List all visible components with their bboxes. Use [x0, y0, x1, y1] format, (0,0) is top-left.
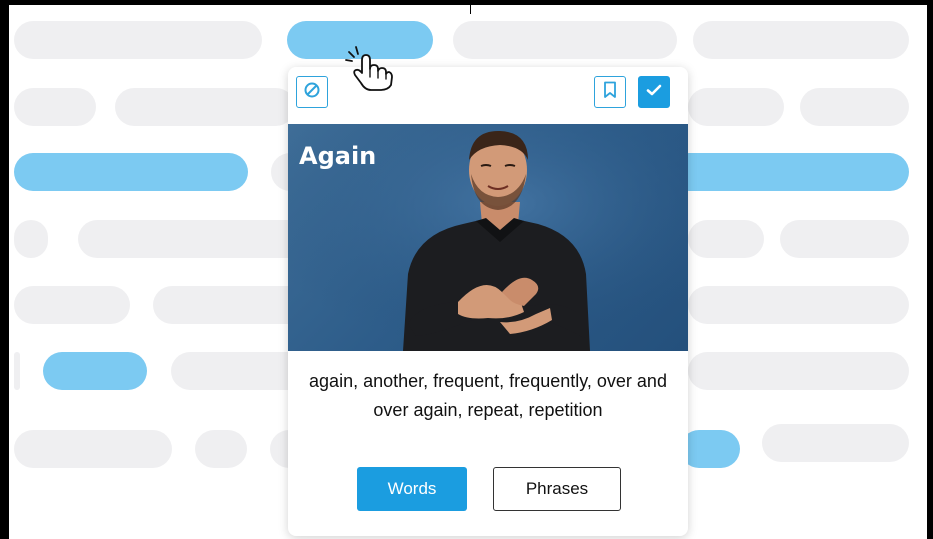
placeholder-word — [115, 88, 295, 126]
highlighted-word[interactable] — [670, 153, 909, 191]
block-icon — [303, 81, 321, 104]
placeholder-word — [14, 88, 96, 126]
placeholder-word — [800, 88, 909, 126]
frame-right-border — [927, 0, 933, 539]
placeholder-word — [78, 220, 308, 258]
bookmark-icon — [603, 81, 617, 104]
mark-known-button[interactable] — [638, 76, 670, 108]
frame-left-border — [0, 0, 9, 539]
frame-top-border — [0, 0, 933, 5]
check-icon — [646, 83, 662, 102]
placeholder-word — [14, 430, 172, 468]
placeholder-word — [762, 424, 909, 462]
placeholder-word — [14, 220, 48, 258]
bookmark-button[interactable] — [594, 76, 626, 108]
hand-pointer-cursor-icon — [343, 45, 393, 91]
placeholder-word — [153, 286, 308, 324]
placeholder-word — [780, 220, 909, 258]
placeholder-word — [453, 21, 677, 59]
sign-word-title: Again — [299, 142, 377, 170]
highlighted-word[interactable] — [680, 430, 740, 468]
sign-video[interactable]: Again — [288, 124, 688, 351]
placeholder-word — [195, 430, 247, 468]
placeholder-word — [688, 352, 909, 390]
phrases-tab-button[interactable]: Phrases — [493, 467, 621, 511]
placeholder-word — [688, 220, 764, 258]
placeholder-word — [688, 286, 909, 324]
placeholder-word — [14, 352, 20, 390]
hide-word-button[interactable] — [296, 76, 328, 108]
placeholder-word — [688, 88, 784, 126]
placeholder-word — [693, 21, 909, 59]
sign-meanings: again, another, frequent, frequently, ov… — [309, 371, 667, 420]
sign-popup-card: Again again, another, frequent, frequent… — [288, 67, 688, 536]
highlighted-word[interactable] — [14, 153, 248, 191]
words-tab-button[interactable]: Words — [357, 467, 467, 511]
placeholder-word — [14, 286, 130, 324]
frame-divider-tick — [470, 0, 471, 14]
placeholder-word — [14, 21, 262, 59]
highlighted-word[interactable] — [43, 352, 147, 390]
